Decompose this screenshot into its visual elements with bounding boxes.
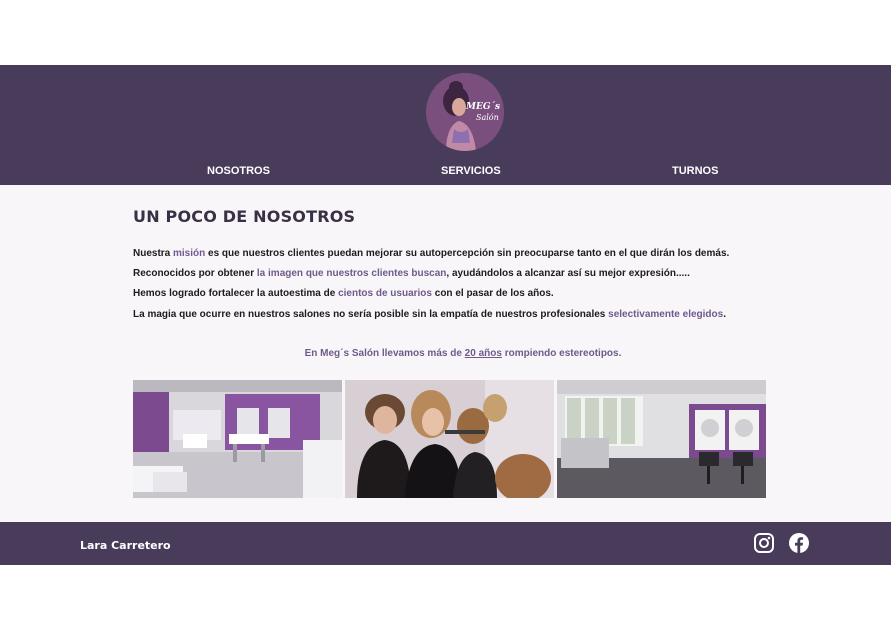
facebook-icon[interactable]: [788, 532, 810, 554]
tagline-text: rompiendo estereotipos.: [501, 348, 622, 359]
highlight-text: la imagen que nuestros clientes buscan: [256, 268, 447, 279]
woman-silhouette-icon: [426, 73, 504, 151]
nav-turnos[interactable]: TURNOS: [672, 165, 718, 177]
highlight-text: misión: [173, 248, 206, 259]
paragraph-selfesteem: Hemos logrado fortalecer la autoestima d…: [133, 288, 554, 299]
instagram-icon[interactable]: [753, 532, 775, 554]
paragraph-text: Nuestra: [133, 248, 174, 259]
nav-nosotros[interactable]: NOSOTROS: [207, 165, 270, 177]
salon-interior-photo: [133, 380, 342, 498]
page-title: UN POCO DE NOSOTROS: [133, 207, 356, 226]
site-footer: Lara Carretero: [0, 522, 891, 565]
highlight-text: cientos de usuarios: [338, 288, 432, 299]
author-name: Lara Carretero: [80, 539, 171, 552]
tagline: En Meg´s Salón llevamos más de 20 años r…: [0, 348, 891, 359]
stylists-working-photo: [345, 380, 554, 498]
logo-title: MEG´s: [466, 102, 501, 112]
tagline-years: 20 años: [464, 348, 502, 359]
paragraph-text: es que nuestros clientes puedan mejorar …: [205, 248, 730, 259]
paragraph-text: , ayudándolos a alcanzar así su mejor ex…: [446, 268, 690, 279]
salon-stations-photo: [557, 380, 766, 498]
site-header: MEG´s Salón NOSOTROS SERVICIOS TURNOS: [0, 65, 891, 185]
nav-servicios[interactable]: SERVICIOS: [441, 165, 501, 177]
paragraph-text: Reconocidos por obtener: [133, 268, 257, 279]
salon-logo[interactable]: MEG´s Salón: [426, 73, 504, 151]
highlight-text: selectivamente elegidos: [608, 309, 724, 320]
paragraph-text: Hemos logrado fortalecer la autoestima d…: [133, 288, 339, 299]
paragraph-recognition: Reconocidos por obtener la imagen que nu…: [133, 268, 690, 279]
paragraph-mission: Nuestra misión es que nuestros clientes …: [133, 248, 729, 259]
logo-subtitle: Salón: [476, 113, 499, 122]
paragraph-text: La magia que ocurre en nuestros salones …: [133, 309, 609, 320]
tagline-text: En Meg´s Salón llevamos más de: [304, 348, 465, 359]
about-section: UN POCO DE NOSOTROS Nuestra misión es qu…: [0, 185, 891, 522]
paragraph-text: con el pasar de los años.: [431, 288, 554, 299]
paragraph-text: .: [723, 309, 726, 320]
paragraph-magic: La magia que ocurre en nuestros salones …: [133, 309, 726, 320]
